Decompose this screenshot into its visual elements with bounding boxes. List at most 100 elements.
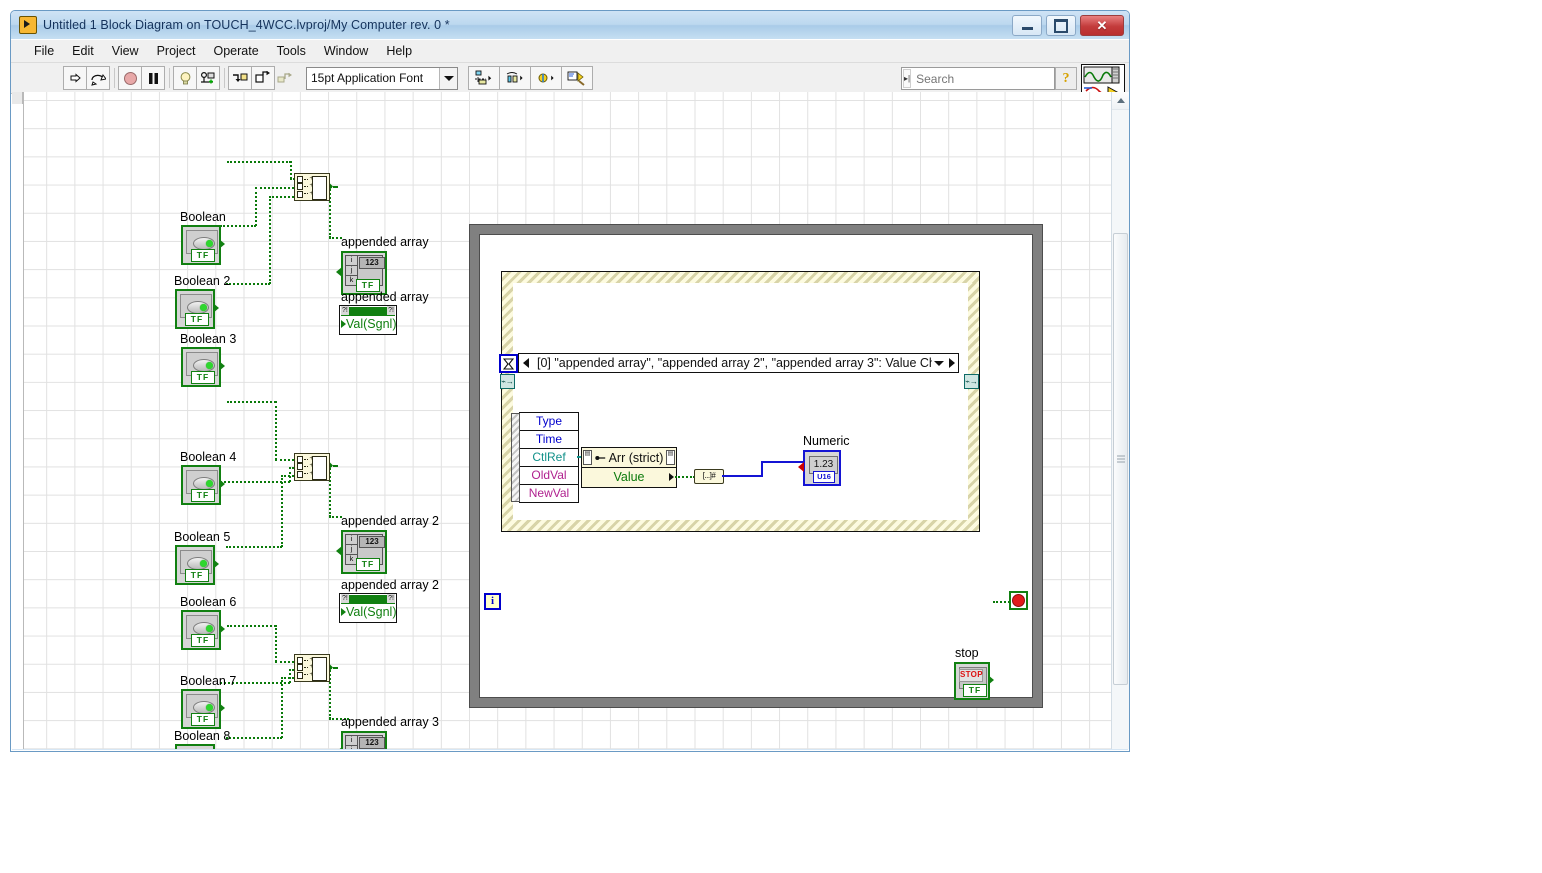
event-structure-right-pin[interactable]: ⌁→ <box>964 374 979 389</box>
font-selector-chevron-down-icon[interactable] <box>439 67 457 89</box>
wire-arraysize-out-h <box>722 475 763 477</box>
event-structure-left-pin[interactable]: ⌁→ <box>500 374 515 389</box>
property-output-arrow-icon <box>669 473 674 481</box>
minimize-button[interactable] <box>1012 15 1042 36</box>
event-data-node[interactable]: Type Time CtlRef OldVal NewVal <box>511 412 579 503</box>
search-box[interactable]: ▸| <box>901 67 1074 90</box>
search-scope-icon[interactable]: ▸| <box>903 69 912 88</box>
event-structure-top-hatch <box>502 272 979 283</box>
scrollbar-thumb[interactable] <box>1113 233 1128 685</box>
menu-tools[interactable]: Tools <box>268 42 315 60</box>
event-case-selector[interactable]: [0] "appended array", "appended array 2"… <box>518 353 959 373</box>
array-input-arrow-icon <box>336 267 342 277</box>
build-array-node-1[interactable]: + + + <box>294 173 330 201</box>
appended-array-3-indicator[interactable]: i j k 123 TF <box>336 731 387 749</box>
loop-conditional-terminal[interactable] <box>1009 591 1028 610</box>
context-help-button[interactable]: ? <box>1055 67 1077 90</box>
step-out-button[interactable] <box>274 67 296 89</box>
wire-bool1-to-buildarray-v <box>290 161 292 179</box>
align-objects-button[interactable] <box>468 66 500 90</box>
array-index-j: j <box>346 746 357 749</box>
block-diagram-canvas[interactable]: Boolean TF Boolean 2 TF Boolean 3 TF + +… <box>12 92 1112 749</box>
boolean-3-tf-tag: TF <box>191 371 215 384</box>
highlight-execution-button[interactable] <box>173 66 197 90</box>
step-into-button[interactable] <box>228 66 252 90</box>
wire-arraysize-out-v <box>761 461 763 476</box>
boolean-2-tf-tag: TF <box>185 313 209 326</box>
boolean-6-terminal[interactable]: TF <box>181 610 225 650</box>
numeric-indicator[interactable]: 1.23 U16 <box>798 450 841 486</box>
top-nib <box>12 92 23 104</box>
search-input[interactable] <box>911 70 1074 87</box>
stop-control-terminal[interactable]: STOP TF <box>954 662 994 700</box>
boolean-8-terminal[interactable]: TF <box>175 744 215 749</box>
appended-array-2-indicator[interactable]: i j k 123 TF <box>336 530 387 574</box>
wire-property-to-arraysize <box>675 476 695 478</box>
appended-array-2-signal-node[interactable]: Val(Sgnl) <box>339 593 397 623</box>
appended-array-3-label: appended array 3 <box>341 715 439 729</box>
array-input-arrow-icon <box>336 546 342 556</box>
wire-to-array-ind-2 <box>330 465 338 467</box>
boolean-4-label: Boolean 4 <box>180 450 237 464</box>
step-over-button[interactable] <box>251 66 275 90</box>
maximize-icon <box>1054 18 1068 33</box>
menu-help[interactable]: Help <box>377 42 421 60</box>
boolean-7-terminal[interactable]: TF <box>181 689 225 729</box>
wire-bool9-v <box>281 677 283 738</box>
window-title: Untitled 1 Block Diagram on TOUCH_4WCC.l… <box>43 18 450 32</box>
run-button[interactable] <box>63 66 87 90</box>
wire-bool9-h <box>226 737 282 739</box>
wire-bool5-h <box>220 481 290 483</box>
run-continuously-button[interactable] <box>86 66 110 90</box>
boolean-4-tf-tag: TF <box>191 489 215 502</box>
menu-window[interactable]: Window <box>315 42 377 60</box>
hourglass-icon <box>503 357 514 370</box>
maximize-button[interactable] <box>1046 15 1076 36</box>
menu-project[interactable]: Project <box>148 42 205 60</box>
array-index-i: i <box>346 256 357 266</box>
stop-sign-icon <box>1012 594 1025 607</box>
boolean-4-output-arrow-icon <box>219 479 225 489</box>
close-button[interactable]: ✕ <box>1080 15 1124 36</box>
event-structure-timeout-icon[interactable] <box>499 354 518 373</box>
boolean-3-label: Boolean 3 <box>180 332 237 346</box>
property-node-title: Arr (strict) <box>608 450 664 465</box>
iteration-terminal[interactable]: i <box>484 593 501 610</box>
menu-view[interactable]: View <box>103 42 148 60</box>
boolean-1-terminal[interactable]: TF <box>181 225 225 265</box>
appended-array-2-signal-label: appended array 2 <box>341 578 439 592</box>
appended-array-1-indicator[interactable]: i j k 123 TF <box>336 251 387 295</box>
scroll-up-button[interactable] <box>1112 92 1129 110</box>
event-case-next-button[interactable] <box>945 354 958 372</box>
array-size-function[interactable]: [...]# <box>694 469 724 484</box>
wire-bool8-v <box>289 669 291 683</box>
menu-file[interactable]: File <box>25 42 63 60</box>
property-node-arr-strict[interactable]: Arr (strict) Value ▤ ▤ <box>581 447 677 488</box>
event-case-prev-button[interactable] <box>519 354 532 372</box>
font-selector[interactable]: 15pt Application Font <box>306 66 458 90</box>
clean-up-diagram-button[interactable] <box>561 66 593 90</box>
appended-array-1-signal-node[interactable]: Val(Sgnl) <box>339 305 397 335</box>
wire-bool1-to-buildarray-h <box>227 161 291 163</box>
build-array-node-2[interactable]: + + + <box>294 453 330 481</box>
boolean-3-terminal[interactable]: TF <box>181 347 225 387</box>
boolean-5-terminal[interactable]: TF <box>175 545 219 585</box>
vertical-scrollbar[interactable] <box>1111 92 1129 749</box>
distribute-objects-button[interactable] <box>499 66 531 90</box>
boolean-2-terminal[interactable]: TF <box>175 289 219 329</box>
boolean-4-terminal[interactable]: TF <box>181 465 225 505</box>
property-node-value-row[interactable]: Value <box>582 468 676 487</box>
build-array-node-3[interactable]: + + + <box>294 654 330 682</box>
abort-execution-button[interactable] <box>118 66 142 90</box>
menu-edit[interactable]: Edit <box>63 42 103 60</box>
pause-button[interactable] <box>141 66 165 90</box>
retain-wire-values-button[interactable] <box>196 66 220 90</box>
reorder-button[interactable] <box>530 66 562 90</box>
event-case-dropdown-button[interactable] <box>932 354 945 372</box>
wire-bool4-h <box>227 401 276 403</box>
array-input-arrow-icon <box>336 747 342 749</box>
menu-operate[interactable]: Operate <box>204 42 267 60</box>
property-node-ref-out: ▤ <box>666 450 675 465</box>
boolean-1-label: Boolean <box>180 210 226 224</box>
scrollbar-track[interactable] <box>1112 109 1129 749</box>
